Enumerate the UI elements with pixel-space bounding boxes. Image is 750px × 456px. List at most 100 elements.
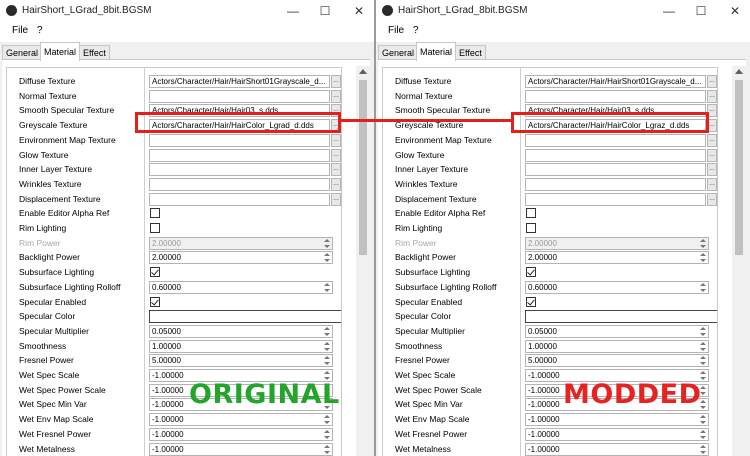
numeric-spinner[interactable]: 1.00000 — [525, 339, 709, 353]
numeric-spinner[interactable]: -1.00000 — [525, 413, 709, 427]
spin-arrows-icon[interactable] — [700, 341, 706, 352]
spin-arrows-icon[interactable] — [324, 253, 330, 263]
numeric-spinner[interactable]: 5.00000 — [525, 354, 709, 368]
texture-path-input[interactable] — [525, 89, 706, 103]
menu-file[interactable]: File — [12, 25, 28, 36]
property-checkbox[interactable] — [150, 223, 160, 233]
ellipsis-icon[interactable]: ... — [331, 192, 341, 206]
texture-path-input[interactable] — [149, 163, 330, 177]
scrollbar-thumb[interactable] — [359, 80, 367, 255]
property-checkbox[interactable] — [526, 223, 536, 233]
spin-arrows-icon[interactable] — [700, 326, 706, 337]
spin-arrows-icon[interactable] — [324, 282, 330, 293]
numeric-spinner[interactable]: 0.05000 — [149, 324, 333, 338]
numeric-spinner[interactable]: -1.00000 — [149, 442, 333, 456]
close-icon[interactable]: ✕ — [352, 3, 366, 19]
property-checkbox[interactable] — [526, 296, 536, 307]
spin-arrows-icon[interactable] — [324, 326, 330, 337]
maximize-icon[interactable]: ☐ — [694, 3, 708, 19]
ellipsis-icon[interactable]: ... — [707, 192, 717, 206]
tab-material[interactable]: Material — [40, 42, 81, 61]
numeric-spinner[interactable]: 1.00000 — [149, 339, 333, 353]
menu-help[interactable]: ? — [413, 25, 419, 36]
numeric-spinner[interactable]: 2.00000 — [149, 251, 333, 265]
numeric-spinner[interactable]: -1.00000 — [149, 427, 333, 441]
texture-path-input[interactable] — [525, 192, 706, 206]
texture-path-input[interactable] — [525, 148, 706, 162]
minimize-icon[interactable]: — — [662, 3, 676, 19]
ellipsis-icon[interactable]: ... — [707, 163, 717, 177]
ellipsis-icon[interactable]: ... — [707, 148, 717, 162]
spin-arrows-icon[interactable] — [700, 282, 706, 293]
texture-path-input[interactable] — [525, 163, 706, 177]
texture-path-input[interactable] — [525, 177, 706, 191]
ellipsis-icon[interactable]: ... — [331, 75, 341, 88]
numeric-spinner: 2.00000 — [149, 236, 333, 250]
app-icon — [382, 5, 393, 16]
ellipsis-icon[interactable]: ... — [707, 89, 717, 103]
scrollbar-thumb[interactable] — [735, 80, 743, 255]
ellipsis-icon[interactable]: ... — [707, 177, 717, 191]
numeric-spinner[interactable]: -1.00000 — [525, 427, 709, 441]
spin-arrows-icon[interactable] — [324, 341, 330, 352]
spin-arrows-icon[interactable] — [700, 356, 706, 366]
texture-path-input[interactable] — [525, 133, 706, 147]
ellipsis-icon[interactable]: ... — [331, 163, 341, 177]
spin-arrows-icon[interactable] — [324, 444, 330, 455]
ellipsis-icon[interactable]: ... — [331, 177, 341, 191]
property-checkbox[interactable] — [150, 267, 160, 278]
property-checkbox[interactable] — [150, 296, 160, 307]
close-icon[interactable]: ✕ — [728, 3, 742, 19]
texture-path-input[interactable] — [149, 192, 330, 206]
texture-path-input[interactable] — [149, 89, 330, 103]
texture-path-input[interactable] — [149, 148, 330, 162]
spin-down-icon — [324, 332, 330, 336]
vertical-scrollbar[interactable] — [356, 66, 370, 456]
property-checkbox[interactable] — [526, 267, 536, 278]
ellipsis-icon[interactable]: ... — [331, 148, 341, 162]
menu-help[interactable]: ? — [37, 25, 43, 36]
numeric-spinner[interactable]: -1.00000 — [525, 442, 709, 456]
ellipsis-icon[interactable]: ... — [707, 133, 717, 147]
ellipsis-icon[interactable]: ... — [331, 133, 341, 147]
vertical-scrollbar[interactable] — [732, 66, 746, 456]
spin-arrows-icon[interactable] — [700, 253, 706, 263]
spin-arrows-icon[interactable] — [700, 429, 706, 440]
checkmark-icon — [527, 297, 535, 305]
numeric-spinner[interactable]: -1.00000 — [149, 413, 333, 427]
ellipsis-icon[interactable]: ... — [331, 89, 341, 103]
maximize-icon[interactable]: ☐ — [318, 3, 332, 19]
numeric-value: -1.00000 — [528, 429, 560, 439]
tab-effect[interactable]: Effect — [79, 45, 110, 60]
numeric-spinner[interactable]: 5.00000 — [149, 354, 333, 368]
property-label: Specular Multiplier — [19, 325, 89, 336]
menu-file[interactable]: File — [388, 25, 404, 36]
tab-general[interactable]: General — [2, 45, 43, 60]
spin-arrows-icon[interactable] — [700, 415, 706, 425]
spin-arrows-icon[interactable] — [324, 415, 330, 425]
property-checkbox[interactable] — [150, 208, 160, 219]
texture-path-input[interactable] — [149, 133, 330, 147]
texture-path-input[interactable]: Actors/Character/Hair/HairShort01Graysca… — [149, 75, 330, 88]
spin-arrows-icon[interactable] — [700, 444, 706, 455]
numeric-spinner[interactable]: 0.60000 — [525, 280, 709, 294]
texture-path-input[interactable]: Actors/Character/Hair/HairShort01Graysca… — [525, 75, 706, 88]
tab-material[interactable]: Material — [416, 42, 457, 61]
numeric-spinner[interactable]: 0.05000 — [525, 324, 709, 338]
spin-arrows-icon[interactable] — [324, 356, 330, 366]
numeric-spinner[interactable]: 2.00000 — [525, 251, 709, 265]
scroll-up-icon[interactable] — [359, 69, 367, 74]
title-bar: HairShort_LGrad_8bit.BGSM — ☐ ✕ — [0, 0, 374, 22]
color-swatch[interactable] — [149, 310, 341, 324]
tab-effect[interactable]: Effect — [455, 45, 486, 60]
ellipsis-icon[interactable]: ... — [707, 75, 717, 88]
tab-general[interactable]: General — [378, 45, 419, 60]
minimize-icon[interactable]: — — [286, 3, 300, 19]
property-checkbox[interactable] — [526, 208, 536, 219]
scroll-up-icon[interactable] — [735, 69, 743, 74]
numeric-spinner[interactable]: 0.60000 — [149, 280, 333, 294]
property-row-wet-env-map-scale: Wet Env Map Scale -1.00000 — [7, 413, 341, 427]
texture-path-input[interactable] — [149, 177, 330, 191]
color-swatch[interactable] — [525, 310, 717, 324]
spin-arrows-icon[interactable] — [324, 429, 330, 440]
